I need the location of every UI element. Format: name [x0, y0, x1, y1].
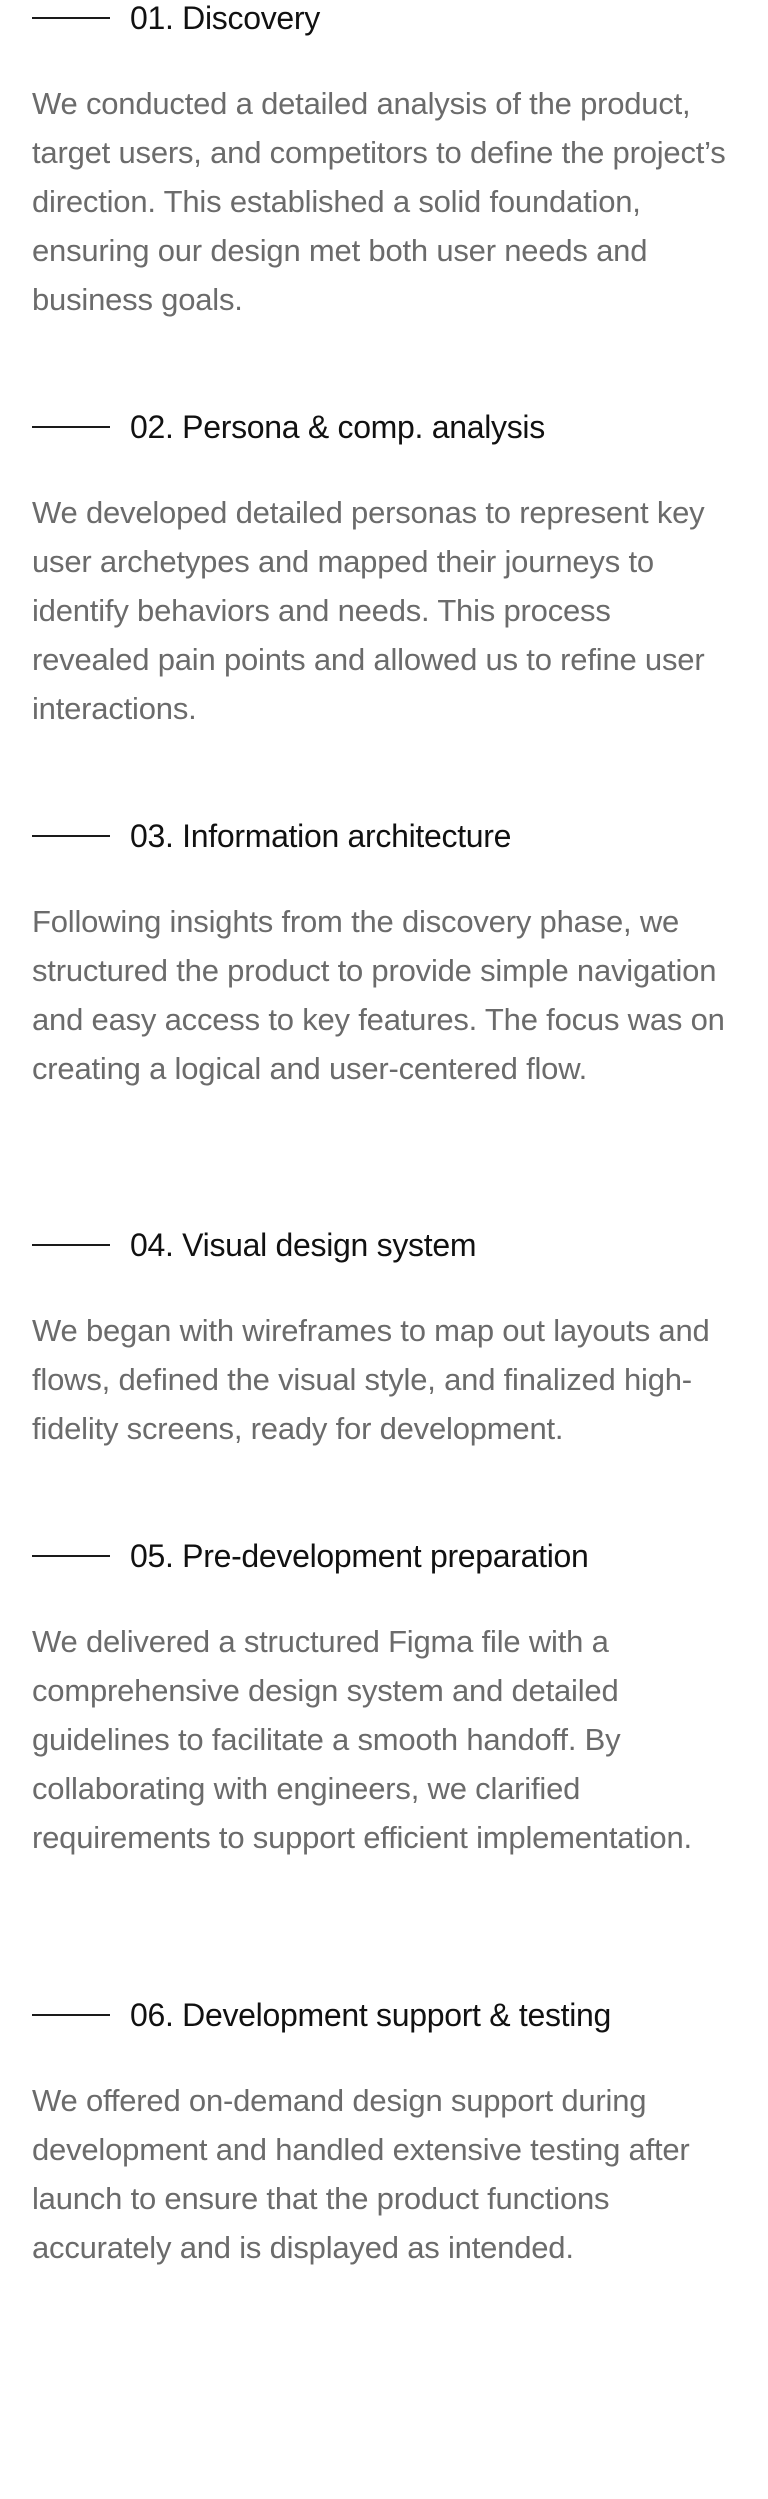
step-title: 06. Development support & testing: [130, 1997, 612, 2033]
step-persona-analysis: 02. Persona & comp. analysis We develope…: [32, 408, 736, 733]
step-description: We offered on-demand design support duri…: [32, 2083, 690, 2265]
step-divider-line: [32, 426, 110, 428]
step-development-support: 06. Development support & testing We off…: [32, 1996, 736, 2272]
step-divider-line: [32, 1244, 110, 1246]
step-header: 04. Visual design system: [32, 1226, 736, 1264]
step-title: 04. Visual design system: [130, 1227, 477, 1263]
step-divider-line: [32, 835, 110, 837]
step-header: 01. Discovery: [32, 0, 736, 37]
step-title: 01. Discovery: [130, 0, 320, 36]
step-pre-development: 05. Pre-development preparation We deliv…: [32, 1537, 736, 1862]
step-title: 03. Information architecture: [130, 818, 512, 854]
step-header: 03. Information architecture: [32, 817, 736, 855]
step-description: Following insights from the discovery ph…: [32, 904, 725, 1086]
step-description: We began with wireframes to map out layo…: [32, 1313, 710, 1446]
step-title: 05. Pre-development preparation: [130, 1538, 589, 1574]
step-header: 06. Development support & testing: [32, 1996, 736, 2034]
step-divider-line: [32, 17, 110, 19]
step-description: We conducted a detailed analysis of the …: [32, 86, 726, 317]
step-visual-design-system: 04. Visual design system We began with w…: [32, 1226, 736, 1453]
step-title: 02. Persona & comp. analysis: [130, 409, 545, 445]
step-header: 02. Persona & comp. analysis: [32, 408, 736, 446]
step-discovery: 01. Discovery We conducted a detailed an…: [32, 0, 736, 324]
step-description: We delivered a structured Figma file wit…: [32, 1624, 692, 1855]
step-divider-line: [32, 2014, 110, 2016]
step-header: 05. Pre-development preparation: [32, 1537, 736, 1575]
step-information-architecture: 03. Information architecture Following i…: [32, 817, 736, 1093]
step-divider-line: [32, 1555, 110, 1557]
step-description: We developed detailed personas to repres…: [32, 495, 705, 726]
